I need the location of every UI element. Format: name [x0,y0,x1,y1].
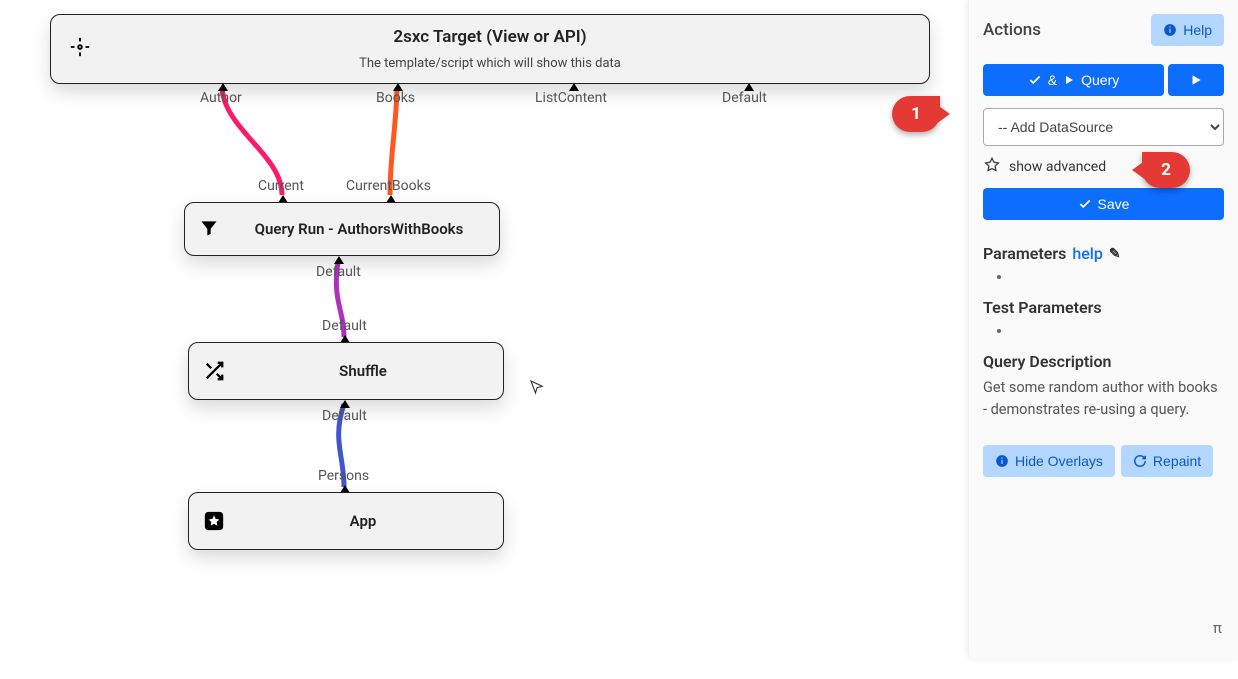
node-queryrun[interactable]: Query Run - AuthorsWithBooks [184,202,500,256]
port-in[interactable] [340,400,350,408]
query-designer-canvas[interactable]: 2sxc Target (View or API) The template/s… [0,0,968,679]
port-label-author: Author [200,90,242,106]
play-icon [1189,73,1203,87]
parameters-list [983,269,1224,284]
star-outline-icon [983,156,1001,178]
play-icon [1063,74,1075,86]
shuffle-icon [203,360,225,382]
port-label-current: Current [258,178,304,194]
port-label-listcontent: ListContent [535,90,607,106]
save-and-run-query-button[interactable]: & Query [983,64,1164,96]
node-title: App [237,512,489,530]
parameters-help-link[interactable]: help [1072,244,1103,263]
node-app[interactable]: App [188,492,504,550]
target-icon [69,36,91,62]
target-title: 2sxc Target (View or API) [393,27,586,52]
port-label-default: Default [722,90,767,106]
run-query-button[interactable] [1168,64,1224,96]
port-label-default: Default [316,264,361,280]
repaint-button[interactable]: Repaint [1121,445,1213,477]
refresh-icon [1133,454,1147,468]
port-label-books: Books [376,90,415,106]
check-icon [1028,73,1042,87]
help-button[interactable]: Help [1151,14,1224,46]
port-label-persons: Persons [318,468,369,484]
query-description-text: Get some random author with books - demo… [983,377,1224,421]
show-advanced-toggle[interactable]: show advanced [1009,159,1106,175]
target-subtitle: The template/script which will show this… [359,56,621,71]
node-target[interactable]: 2sxc Target (View or API) The template/s… [50,14,930,84]
port-in[interactable] [334,256,344,264]
sidebar-title: Actions [983,20,1041,40]
callout-2: 2 [1142,152,1190,188]
node-shuffle[interactable]: Shuffle [188,342,504,400]
info-icon [1163,23,1177,37]
star-badge-icon [203,510,225,532]
info-icon [995,454,1009,468]
hide-overlays-button[interactable]: Hide Overlays [983,445,1115,477]
port-label-default: Default [322,318,367,334]
pi-symbol[interactable]: π [1213,619,1222,637]
actions-sidebar: Actions Help & Query -- Add DataSource s… [968,0,1238,660]
parameters-heading: Parameters help ✎ [983,244,1224,263]
port-label-default: Default [322,408,367,424]
save-button[interactable]: Save [983,188,1224,220]
query-description-heading: Query Description [983,352,1224,371]
filter-icon [199,218,221,240]
mouse-cursor-icon [528,378,546,401]
connection-wires [0,0,968,679]
pencil-icon[interactable]: ✎ [1109,246,1121,262]
callout-1: 1 [892,96,940,132]
add-datasource-select[interactable]: -- Add DataSource [983,108,1224,146]
check-icon [1078,197,1092,211]
test-parameters-heading: Test Parameters [983,298,1224,317]
test-parameters-list [983,323,1224,338]
node-title: Query Run - AuthorsWithBooks [233,220,485,238]
port-label-currentbooks: CurrentBooks [346,178,431,194]
node-title: Shuffle [237,362,489,380]
